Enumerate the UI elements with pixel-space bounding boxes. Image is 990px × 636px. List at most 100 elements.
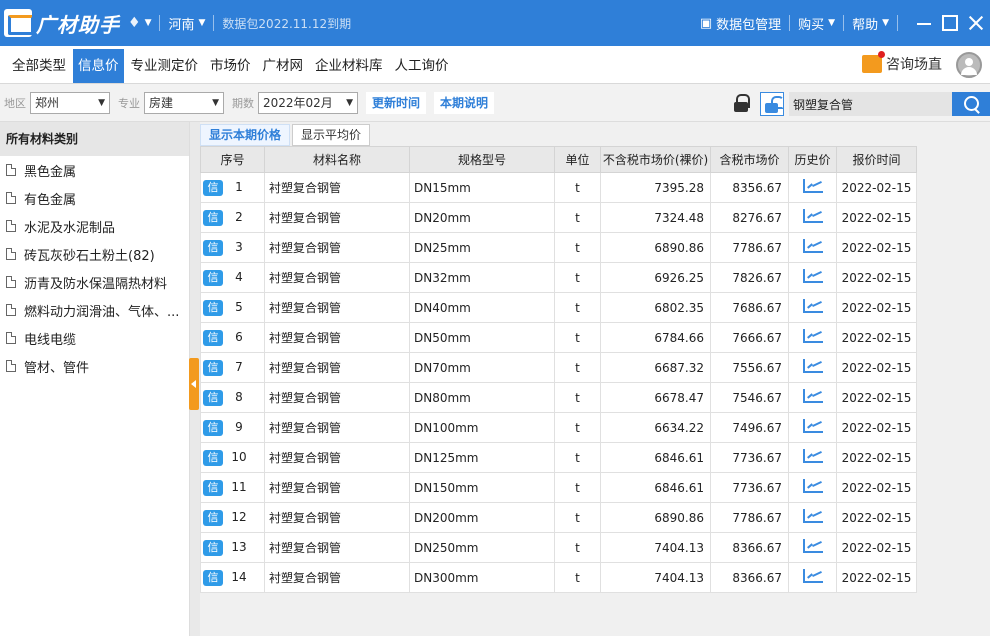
sidebar-item-ferrous-metal[interactable]: 黑色金属 <box>0 156 189 184</box>
table-row[interactable]: 信 6 衬塑复合钢管 DN50mm t 6784.66 7666.67 2022-02-15 <box>200 322 917 353</box>
header-unit[interactable]: 单位 <box>554 146 601 173</box>
lock-icon[interactable] <box>734 94 750 112</box>
table-row[interactable]: 信 9 衬塑复合钢管 DN100mm t 6634.22 7496.67 2022-02-15 <box>200 412 917 443</box>
tab-enterprise-library[interactable]: 企业材料库 <box>310 49 388 83</box>
trend-chart-icon[interactable] <box>802 179 823 193</box>
close-button[interactable] <box>968 15 984 31</box>
table-row[interactable]: 信 10 衬塑复合钢管 DN125mm t 6846.61 7736.67 2022-02-1… <box>200 442 917 473</box>
table-row[interactable]: 信 3 衬塑复合钢管 DN25mm t 6890.86 7786.67 2022-02-15 <box>200 232 917 263</box>
region-selector[interactable]: 河南 <box>168 14 194 33</box>
table-row[interactable]: 信 8 衬塑复合钢管 DN80mm t 6678.47 7546.67 2022-02-15 <box>200 382 917 413</box>
diamond-icon[interactable]: ♦ <box>128 15 141 31</box>
trend-chart-icon[interactable] <box>802 569 823 583</box>
trend-chart-icon[interactable] <box>802 449 823 463</box>
maximize-button[interactable] <box>942 15 958 31</box>
package-manage-button[interactable]: ▣ 数据包管理 <box>700 14 781 33</box>
table-row[interactable]: 信 2 衬塑复合钢管 DN20mm t 7324.48 8276.67 2022-02-15 <box>200 202 917 233</box>
tab-average-price[interactable]: 显示平均价 <box>292 124 371 146</box>
table-row[interactable]: 信 13 衬塑复合钢管 DN250mm t 7404.13 8366.67 2022-02-1… <box>200 532 917 563</box>
trend-chart-icon[interactable] <box>802 209 823 223</box>
table-row[interactable]: 信 7 衬塑复合钢管 DN70mm t 6687.32 7556.67 2022-02-15 <box>200 352 917 383</box>
header-spec[interactable]: 规格型号 <box>409 146 555 173</box>
trend-chart-icon[interactable] <box>802 509 823 523</box>
table-row[interactable]: 信 5 衬塑复合钢管 DN40mm t 6802.35 7686.67 2022-02-15 <box>200 292 917 323</box>
header-no[interactable]: 序号 <box>200 146 265 173</box>
info-badge[interactable]: 信 <box>203 389 223 406</box>
info-badge[interactable]: 信 <box>203 479 223 496</box>
info-badge[interactable]: 信 <box>203 329 223 346</box>
header-price-in[interactable]: 含税市场价 <box>710 146 789 173</box>
trend-chart-icon[interactable] <box>802 389 823 403</box>
sidebar-item-label: 砖瓦灰砂石土粉土(82) <box>24 248 155 264</box>
tab-professional-price[interactable]: 专业测定价 <box>126 49 204 83</box>
buy-menu[interactable]: 购买 ▼ <box>798 14 835 33</box>
search-input[interactable] <box>789 92 952 116</box>
info-badge[interactable]: 信 <box>203 539 223 556</box>
tab-manual-inquiry[interactable]: 人工询价 <box>390 49 454 83</box>
trend-chart-icon[interactable] <box>802 359 823 373</box>
sidebar-item-pipe[interactable]: 管材、管件 <box>0 352 189 380</box>
search-icon[interactable] <box>952 92 990 116</box>
header-date[interactable]: 报价时间 <box>836 146 917 173</box>
minimize-button[interactable] <box>916 15 932 31</box>
tab-current-price[interactable]: 显示本期价格 <box>200 124 291 146</box>
period-select-value: 2022年02月 <box>263 96 333 110</box>
table-row[interactable]: 信 1 衬塑复合钢管 DN15mm t 7395.28 8356.67 2022-02-15 <box>200 172 917 203</box>
table-row[interactable]: 信 4 衬塑复合钢管 DN32mm t 6926.25 7826.67 2022-02-15 <box>200 262 917 293</box>
cell-price-ex: 6784.66 <box>600 322 711 353</box>
trend-chart-icon[interactable] <box>802 329 823 343</box>
update-time-button[interactable]: 更新时间 <box>366 91 427 114</box>
info-badge[interactable]: 信 <box>203 419 223 436</box>
info-badge[interactable]: 信 <box>203 299 223 316</box>
cell-no: 信 13 <box>200 532 265 563</box>
info-badge[interactable]: 信 <box>203 509 223 526</box>
info-badge[interactable]: 信 <box>203 359 223 376</box>
tab-market-price[interactable]: 市场价 <box>205 49 256 83</box>
header-history[interactable]: 历史价 <box>788 146 837 173</box>
avatar[interactable] <box>956 52 982 78</box>
consult-button[interactable]: 咨询场直 <box>862 51 942 74</box>
info-badge[interactable]: 信 <box>203 449 223 466</box>
region-select[interactable]: 郑州 ▼ <box>30 91 110 114</box>
sidebar-item-fuel[interactable]: 燃料动力润滑油、气体、... <box>0 296 189 324</box>
sidebar-item-cable[interactable]: 电线电缆 <box>0 324 189 352</box>
info-badge[interactable]: 信 <box>203 269 223 286</box>
table-row[interactable]: 信 12 衬塑复合钢管 DN200mm t 6890.86 7786.67 2022-02-1… <box>200 502 917 533</box>
cell-spec: DN70mm <box>409 352 555 383</box>
collapse-sidebar-handle[interactable] <box>189 358 199 410</box>
trend-chart-icon[interactable] <box>802 299 823 313</box>
help-menu[interactable]: 帮助 ▼ <box>852 14 889 33</box>
unlock-icon[interactable] <box>760 92 784 116</box>
sidebar-item-cement[interactable]: 水泥及水泥制品 <box>0 212 189 240</box>
cell-date: 2022-02-15 <box>836 532 917 563</box>
region-chevron-down-icon[interactable]: ▼ <box>199 18 206 28</box>
sidebar-item-nonferrous-metal[interactable]: 有色金属 <box>0 184 189 212</box>
cell-history <box>788 412 837 443</box>
header-name[interactable]: 材料名称 <box>264 146 410 173</box>
major-select[interactable]: 房建 ▼ <box>144 91 224 114</box>
trend-chart-icon[interactable] <box>802 239 823 253</box>
chevron-down-icon[interactable]: ▼ <box>145 18 152 28</box>
cell-date: 2022-02-15 <box>836 262 917 293</box>
info-badge[interactable]: 信 <box>203 209 223 226</box>
info-badge[interactable]: 信 <box>203 569 223 586</box>
trend-chart-icon[interactable] <box>802 269 823 283</box>
sidebar-item-asphalt[interactable]: 沥青及防水保温隔热材料 <box>0 268 189 296</box>
trend-chart-icon[interactable] <box>802 479 823 493</box>
table-row[interactable]: 信 14 衬塑复合钢管 DN300mm t 7404.13 8366.67 2022-02-1… <box>200 562 917 593</box>
info-badge[interactable]: 信 <box>203 179 223 196</box>
period-select[interactable]: 2022年02月 ▼ <box>258 91 358 114</box>
info-badge[interactable]: 信 <box>203 239 223 256</box>
trend-chart-icon[interactable] <box>802 539 823 553</box>
header-price-ex[interactable]: 不含税市场价(裸价) <box>600 146 711 173</box>
trend-chart-icon[interactable] <box>802 419 823 433</box>
tab-guangcai-net[interactable]: 广材网 <box>258 49 309 83</box>
cell-name: 衬塑复合钢管 <box>264 322 410 353</box>
separator <box>789 15 791 31</box>
sidebar-item-brick-sand[interactable]: 砖瓦灰砂石土粉土(82) <box>0 240 189 268</box>
cell-no: 信5 <box>200 292 265 323</box>
tab-info-price[interactable]: 信息价 <box>73 49 124 83</box>
period-note-button[interactable]: 本期说明 <box>434 91 495 114</box>
tab-all-types[interactable]: 全部类型 <box>0 49 71 83</box>
table-row[interactable]: 信 11 衬塑复合钢管 DN150mm t 6846.61 7736.67 2022-02-1… <box>200 472 917 503</box>
